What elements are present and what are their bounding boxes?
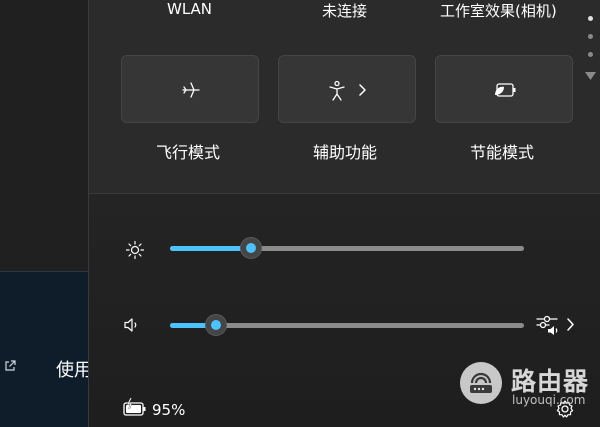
page-dot[interactable]: [588, 34, 593, 39]
page-dot[interactable]: [588, 52, 593, 57]
airplane-icon: [182, 82, 200, 98]
volume-mixer-icon: [536, 315, 558, 335]
accessibility-toggle[interactable]: [278, 55, 416, 123]
wlan-label: WLAN: [167, 0, 213, 18]
bluetooth-status-label: 未连接: [322, 2, 368, 20]
airplane-mode-label: 飞行模式: [156, 143, 221, 162]
airplane-mode-toggle[interactable]: [121, 55, 259, 123]
chevron-right-icon[interactable]: [359, 84, 367, 96]
battery-charging-icon[interactable]: [122, 398, 148, 418]
chevron-right-icon: [567, 318, 574, 331]
volume-slider-thumb[interactable]: [205, 314, 228, 336]
scroll-down-icon[interactable]: [585, 72, 596, 81]
accessibility-label: 辅助功能: [313, 143, 378, 162]
background-window-top: [0, 0, 88, 272]
volume-mixer-button[interactable]: [535, 312, 579, 338]
battery-saver-label: 节能模式: [470, 143, 535, 162]
studio-effects-label: 工作室效果(相机): [440, 2, 557, 20]
page-dot[interactable]: [588, 16, 593, 21]
brightness-slider-fill: [170, 246, 252, 251]
speaker-icon[interactable]: [123, 316, 141, 334]
brightness-slider-thumb[interactable]: [240, 237, 263, 259]
watermark-url: luyouqi.com: [512, 393, 586, 407]
router-logo-icon: [460, 362, 502, 404]
external-link-icon[interactable]: [4, 360, 16, 372]
battery-percent: 95%: [152, 401, 186, 419]
background-window-bottom: [0, 272, 88, 427]
brightness-icon: [125, 240, 145, 260]
background-text: 使用: [56, 360, 88, 381]
accessibility-icon: [329, 80, 345, 101]
battery-saver-toggle[interactable]: [435, 55, 573, 123]
battery-saver-icon: [495, 83, 516, 97]
